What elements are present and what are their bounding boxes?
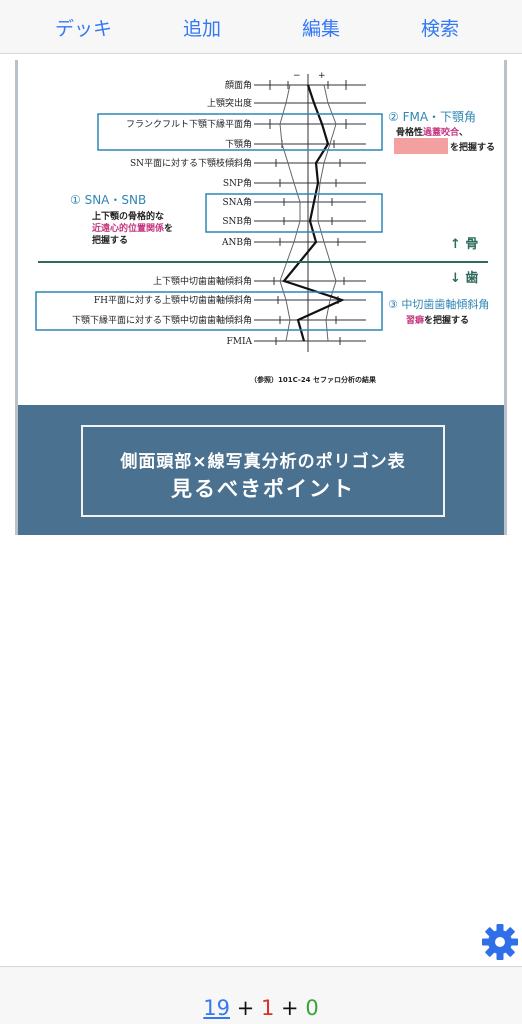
callout-fma-prefix: 骨格性 [396, 126, 423, 138]
row-label: SNB角 [222, 215, 252, 227]
plus-sign: + [281, 996, 299, 1020]
bone-label: ↑ 骨 [450, 237, 478, 252]
row-label: FMIA [226, 337, 252, 347]
review-count: 0 [305, 996, 319, 1020]
callout-incisor-suffix: を把握する [424, 314, 469, 326]
svg-text:骨格性過蓋咬合、: 骨格性過蓋咬合、 [396, 126, 468, 138]
bottom-bar: 19 + 1 + 0 [0, 966, 522, 1024]
banner-title: 側面頭部×線写真分析のポリゴン表 [120, 452, 406, 472]
callout-fma-suffix: 、 [459, 128, 468, 138]
banner-subtitle: 見るべきポイント [171, 477, 355, 501]
svg-text:+: + [318, 71, 326, 81]
gear-icon [482, 924, 518, 960]
flashcard[interactable]: 顔面角 上顎突出度 フランクフルト下顎下縁平面角 下顎角 SN平面に対する下顎枝… [15, 60, 507, 535]
row-label: 顔面角 [225, 79, 252, 91]
callout-fma-line2: を把握する [450, 141, 495, 153]
callout-sna-suffix: を [164, 223, 173, 234]
title-banner: 側面頭部×線写真分析のポリゴン表 見るべきポイント [18, 405, 504, 535]
learn-count: 1 [260, 996, 275, 1020]
patient-polygon [282, 84, 346, 342]
polygon-chart-figure: 顔面角 上顎突出度 フランクフルト下顎下縁平面角 下顎角 SN平面に対する下顎枝… [35, 71, 495, 384]
row-label: SNP角 [223, 177, 252, 189]
callout-incisor-title: ③ 中切歯歯軸傾斜角 [388, 297, 489, 311]
row-label: フランクフルト下顎下縁平面角 [126, 118, 252, 130]
callout-fma-highlight: 過蓋咬合 [422, 126, 460, 138]
row-label: SNA角 [222, 196, 252, 208]
due-counts: 19 + 1 + 0 [0, 996, 522, 1020]
plus-sign: + [236, 996, 255, 1020]
callout-sna-line1: 上下顎の骨格的な [92, 210, 164, 222]
new-count[interactable]: 19 [203, 996, 230, 1020]
row-label: 上顎突出度 [207, 97, 252, 109]
callout-incisor-highlight: 習癖 [406, 314, 424, 326]
svg-text:習癖を把握する: 習癖を把握する [406, 314, 469, 326]
row-label: ANB角 [221, 236, 252, 248]
callout-sna-title: ① SNA・SNB [70, 193, 146, 207]
normal-range-left [279, 84, 301, 342]
cloze-blank [394, 138, 448, 154]
row-label: 下顎下縁平面に対する下顎中切歯歯軸傾斜角 [72, 314, 252, 326]
reference-caption: （参照）101C-24 セファロ分析の結果 [250, 375, 376, 384]
settings-button[interactable] [480, 922, 520, 962]
top-navigation-bar: デッキ 追加 編集 検索 [0, 0, 522, 54]
tooth-label: ↓ 歯 [450, 270, 478, 286]
scale-lines [254, 84, 366, 342]
banner-frame: 側面頭部×線写真分析のポリゴン表 見るべきポイント [81, 425, 445, 517]
callout-sna-line3: 把握する [92, 234, 128, 246]
row-label: FH平面に対する上顎中切歯歯軸傾斜角 [94, 294, 252, 306]
row-label: 下顎角 [225, 138, 252, 150]
callout-sna-highlight: 近遠心的位置関係 [92, 222, 164, 234]
row-label: SN平面に対する下顎枝傾斜角 [130, 157, 252, 169]
tab-decks[interactable]: デッキ [55, 14, 112, 41]
callout-fma-title: ② FMA・下顎角 [388, 110, 476, 124]
tab-search[interactable]: 検索 [421, 14, 459, 41]
svg-text:−: − [293, 71, 301, 81]
tab-edit[interactable]: 編集 [302, 14, 340, 41]
tab-add[interactable]: 追加 [183, 14, 221, 41]
row-label: 上下顎中切歯歯軸傾斜角 [153, 275, 252, 287]
svg-text:近遠心的位置関係を: 近遠心的位置関係を [92, 222, 173, 234]
